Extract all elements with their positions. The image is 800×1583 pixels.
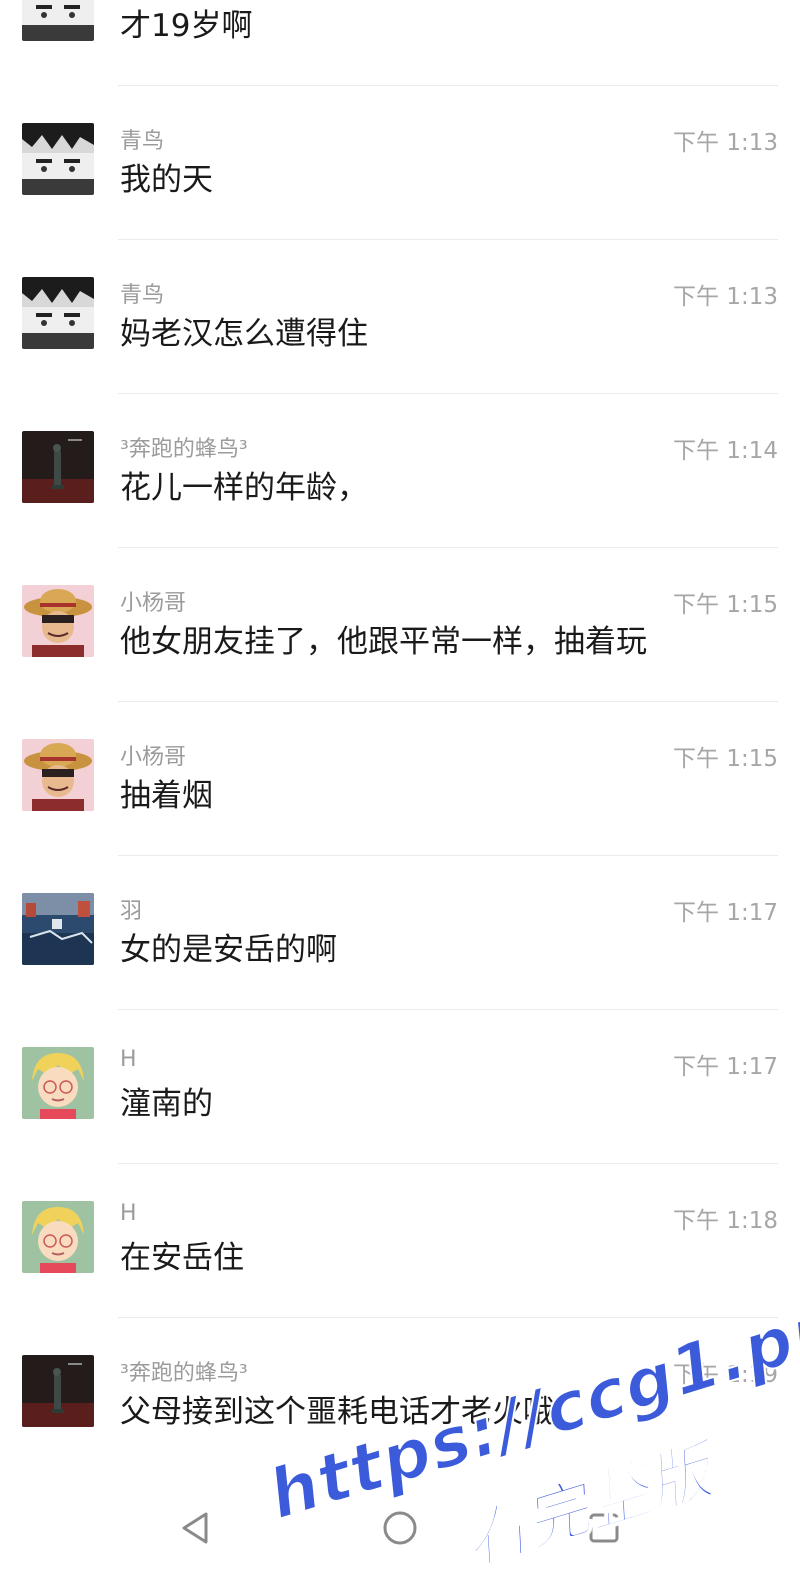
message-item[interactable]: 才19岁啊 xyxy=(0,0,800,86)
message-time: 下午 1:15 xyxy=(673,746,778,772)
message-text[interactable]: 他女朋友挂了，他跟平常一样，抽着玩 xyxy=(120,616,647,661)
straw-hat-avatar-icon[interactable] xyxy=(22,585,94,657)
back-triangle-icon[interactable] xyxy=(176,1508,216,1548)
message-text[interactable]: 在安岳住 xyxy=(120,1232,244,1277)
sender-name: ³奔跑的蜂鸟³ xyxy=(120,437,248,462)
recents-square-icon[interactable] xyxy=(584,1508,624,1548)
message-time: 下午 1:15 xyxy=(673,592,778,618)
message-text[interactable]: 父母接到这个噩耗电话才老火哦， xyxy=(120,1386,585,1431)
message-item[interactable]: 青鸟 下午 1:13 妈老汉怎么遭得住 xyxy=(0,240,800,394)
message-time: 下午 1:18 xyxy=(673,1208,778,1234)
message-time: 下午 1:17 xyxy=(673,1054,778,1080)
blond-boy-avatar-icon[interactable] xyxy=(22,1201,94,1273)
message-text[interactable]: 花儿一样的年龄， xyxy=(120,462,368,507)
sender-name: 小杨哥 xyxy=(120,745,187,770)
dark-figure-avatar-icon[interactable] xyxy=(22,1355,94,1427)
message-item[interactable]: H 下午 1:17 潼南的 xyxy=(0,1010,800,1164)
message-text[interactable]: 妈老汉怎么遭得住 xyxy=(120,308,368,353)
dark-figure-avatar-icon[interactable] xyxy=(22,431,94,503)
harbor-scene-avatar-icon[interactable] xyxy=(22,893,94,965)
sender-name: ³奔跑的蜂鸟³ xyxy=(120,1361,248,1386)
message-item[interactable]: 小杨哥 下午 1:15 抽着烟 xyxy=(0,702,800,856)
message-text[interactable]: 潼南的 xyxy=(120,1078,213,1123)
home-circle-icon[interactable] xyxy=(380,1508,420,1548)
sender-name: 青鸟 xyxy=(120,283,165,308)
message-text[interactable]: 我的天 xyxy=(120,154,213,199)
message-text[interactable]: 才19岁啊 xyxy=(120,0,252,45)
sender-name: 青鸟 xyxy=(120,129,165,154)
message-time: 下午 1:13 xyxy=(673,130,778,156)
message-item[interactable]: ³奔跑的蜂鸟³ 下午 1:19 父母接到这个噩耗电话才老火哦， xyxy=(0,1318,800,1472)
message-time: 下午 1:13 xyxy=(673,284,778,310)
message-text[interactable]: 抽着烟 xyxy=(120,770,213,815)
message-item[interactable]: H 下午 1:18 在安岳住 xyxy=(0,1164,800,1318)
straw-hat-avatar-icon[interactable] xyxy=(22,739,94,811)
blond-boy-avatar-icon[interactable] xyxy=(22,1047,94,1119)
chat-message-list[interactable]: 才19岁啊 青鸟 下午 1:13 我的天 青鸟 下午 1:13 妈老汉怎么遭得住… xyxy=(0,0,800,1490)
message-text[interactable]: 女的是安岳的啊 xyxy=(120,924,337,969)
sender-name: 小杨哥 xyxy=(120,591,187,616)
message-item[interactable]: 羽 下午 1:17 女的是安岳的啊 xyxy=(0,856,800,1010)
message-item[interactable]: ³奔跑的蜂鸟³ 下午 1:14 花儿一样的年龄， xyxy=(0,394,800,548)
message-time: 下午 1:14 xyxy=(673,438,778,464)
system-navigation-bar xyxy=(0,1490,800,1550)
sender-name: H xyxy=(120,1201,137,1226)
sender-name: H xyxy=(120,1047,137,1072)
pain-avatar-icon[interactable] xyxy=(22,0,94,41)
pain-avatar-icon[interactable] xyxy=(22,123,94,195)
message-item[interactable]: 青鸟 下午 1:13 我的天 xyxy=(0,86,800,240)
message-item[interactable]: 小杨哥 下午 1:15 他女朋友挂了，他跟平常一样，抽着玩 xyxy=(0,548,800,702)
sender-name: 羽 xyxy=(120,899,143,924)
message-time: 下午 1:17 xyxy=(673,900,778,926)
message-time: 下午 1:19 xyxy=(673,1362,778,1388)
pain-avatar-icon[interactable] xyxy=(22,277,94,349)
